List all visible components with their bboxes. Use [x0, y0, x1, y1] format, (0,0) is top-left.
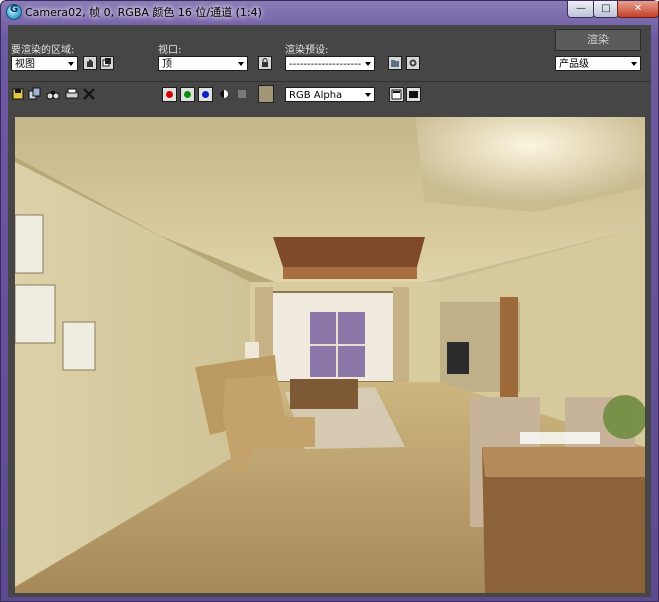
- hand-icon: [87, 59, 93, 67]
- red-channel-toggle[interactable]: [162, 87, 177, 102]
- render-button[interactable]: 渲染: [555, 29, 641, 51]
- floppy-disk-icon[interactable]: [12, 87, 24, 101]
- close-button[interactable]: ✕: [617, 1, 659, 18]
- app-icon: [6, 4, 22, 20]
- load-preset-button[interactable]: [388, 56, 402, 70]
- lock-icon: [262, 58, 268, 67]
- color-swatch[interactable]: [258, 85, 274, 103]
- preset-settings-button[interactable]: [406, 56, 420, 70]
- clone-window-button[interactable]: [100, 56, 114, 70]
- title-bar[interactable]: Camera02, 帧 0, RGBA 颜色 16 位/通道 (1:4) — □…: [1, 1, 659, 21]
- half-circle-icon[interactable]: [219, 89, 229, 99]
- gear-icon: [409, 59, 417, 67]
- render-area-dropdown[interactable]: 视图: [11, 56, 78, 71]
- printer-icon[interactable]: [65, 87, 79, 101]
- green-channel-dot: [184, 91, 191, 98]
- render-preset-dropdown[interactable]: --------------------: [285, 56, 375, 71]
- window-title: Camera02, 帧 0, RGBA 颜色 16 位/通道 (1:4): [25, 6, 262, 19]
- red-channel-dot: [166, 91, 173, 98]
- chevron-down-icon: [68, 62, 74, 66]
- folder-icon: [391, 60, 399, 67]
- chevron-down-icon: [631, 62, 637, 66]
- gray-square-icon[interactable]: [237, 89, 247, 99]
- green-channel-toggle[interactable]: [180, 87, 195, 102]
- maximize-button[interactable]: □: [593, 1, 619, 18]
- viewport-label: 视口:: [158, 45, 182, 56]
- render-frame-client: 要渲染的区域: 视口: 渲染预设: 视图 顶 -----------------…: [8, 25, 651, 597]
- close-icon[interactable]: [83, 87, 95, 101]
- viewport-dropdown[interactable]: 顶: [158, 56, 248, 71]
- copy-image-icon[interactable]: [28, 87, 42, 101]
- minimize-button[interactable]: —: [567, 1, 595, 18]
- viewport-value: 顶: [162, 59, 172, 70]
- production-value: 产品级: [559, 59, 589, 70]
- render-frame-window: Camera02, 帧 0, RGBA 颜色 16 位/通道 (1:4) — □…: [0, 0, 659, 602]
- black-rect-icon: [409, 91, 418, 98]
- render-preset-label: 渲染预设:: [285, 45, 329, 56]
- channel-dropdown[interactable]: RGB Alpha: [285, 87, 375, 102]
- clone-window-icon: [102, 58, 111, 67]
- toggle-ui-button[interactable]: [389, 87, 404, 102]
- render-area-value: 视图: [15, 59, 35, 70]
- panel-icon: [391, 89, 402, 100]
- binoculars-icon[interactable]: [46, 87, 60, 101]
- rendered-interior-image: [15, 117, 645, 593]
- render-preset-value: --------------------: [289, 59, 362, 70]
- production-dropdown[interactable]: 产品级: [555, 56, 641, 71]
- render-area-label: 要渲染的区域:: [11, 45, 75, 56]
- chevron-down-icon: [365, 93, 371, 97]
- pan-button[interactable]: [83, 56, 97, 70]
- blue-channel-toggle[interactable]: [198, 87, 213, 102]
- render-viewport[interactable]: [15, 117, 645, 593]
- blue-channel-dot: [202, 91, 209, 98]
- lock-viewport-button[interactable]: [258, 56, 272, 70]
- channel-value: RGB Alpha: [289, 90, 343, 101]
- chevron-down-icon: [365, 62, 371, 66]
- toolbar-separator: [8, 81, 651, 82]
- toggle-overlay-button[interactable]: [406, 87, 421, 102]
- chevron-down-icon: [238, 62, 244, 66]
